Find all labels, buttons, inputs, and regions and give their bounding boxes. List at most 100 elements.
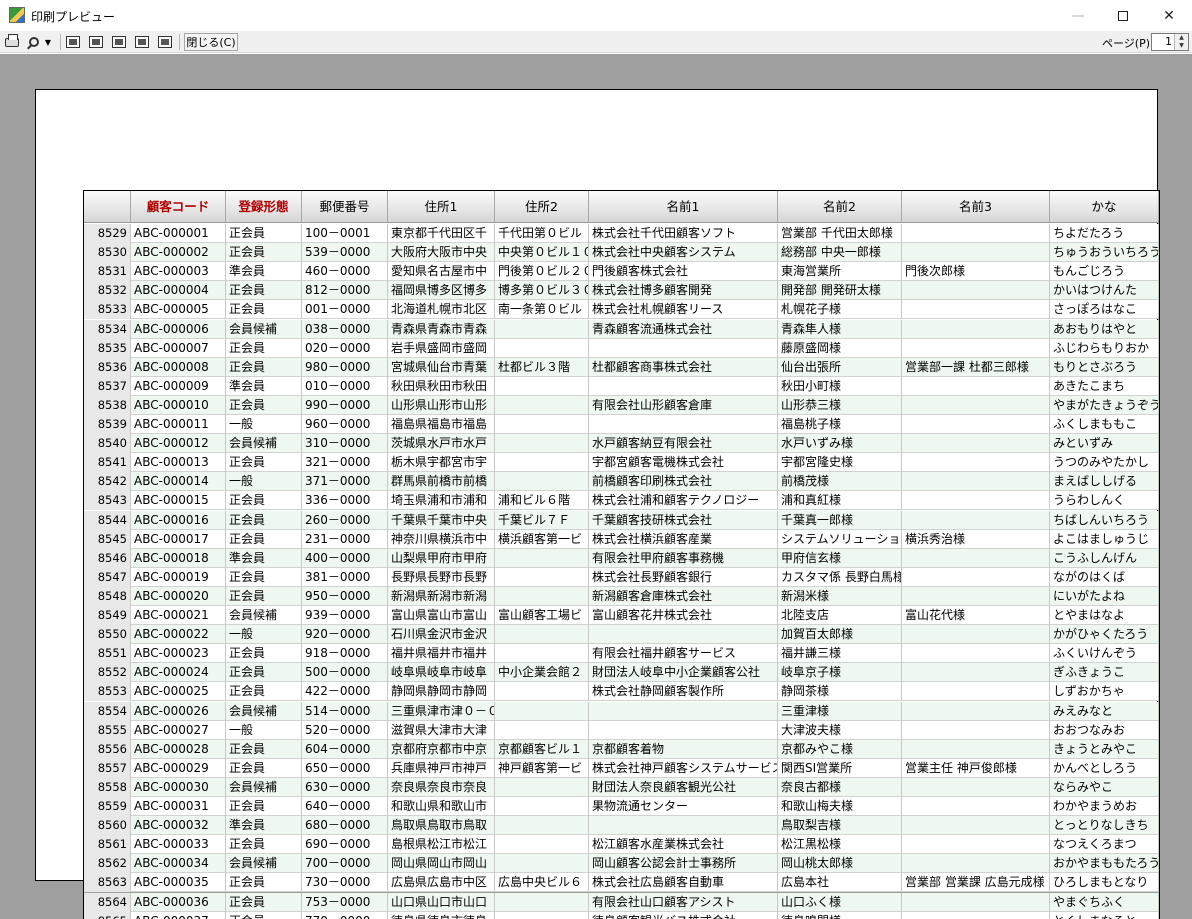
zoom-dropdown-arrow-icon[interactable]: ▼: [44, 34, 52, 50]
cell-name2: システムソリューション部: [778, 529, 902, 549]
zoom-icon[interactable]: [26, 34, 42, 50]
cell-kana: もりとさぶろう: [1050, 357, 1159, 377]
cell-name2: 浦和真紅様: [778, 491, 902, 511]
table-row[interactable]: 8557 ABC-000029 正会員 650－0000 兵庫県神戸市神戸 神戸顧客第一ビ…: [84, 758, 1159, 778]
table-row[interactable]: 8564 ABC-000036 正会員 753－0000 山口県山口市山口 有限会社山口顧…: [84, 892, 1159, 912]
close-window-button[interactable]: ✕: [1146, 0, 1192, 31]
one-page-icon[interactable]: [65, 34, 81, 50]
table-row[interactable]: 8545 ABC-000017 正会員 231－0000 神奈川県横浜市中 横浜顧客第一ビ…: [84, 529, 1159, 549]
cell-address2: 門後第０ビル２０: [495, 262, 589, 282]
cell-name1: 松江顧客水産業株式会社: [589, 835, 778, 855]
table-row[interactable]: 8531 ABC-000003 準会員 460－0000 愛知県名古屋市中 門後第０ビル２…: [84, 262, 1159, 282]
cell-name1: 千葉顧客技研株式会社: [589, 510, 778, 530]
cell-registration-type: 正会員: [226, 529, 302, 549]
table-row[interactable]: 8547 ABC-000019 正会員 381－0000 長野県長野市長野 株式会社長野顧…: [84, 567, 1159, 587]
cell-name1: 宇都宮顧客電機株式会社: [589, 453, 778, 473]
cell-address1: 茨城県水戸市水戸: [388, 434, 495, 454]
cell-name3: [902, 739, 1050, 759]
cell-postal-code: 336－0000: [302, 491, 388, 511]
table-row[interactable]: 8555 ABC-000027 一般 520－0000 滋賀県大津市大津 大津波夫様 おおつ…: [84, 720, 1159, 740]
table-row[interactable]: 8546 ABC-000018 準会員 400－0000 山梨県甲府市甲府 有限会社甲府顧…: [84, 548, 1159, 568]
table-row[interactable]: 8542 ABC-000014 一般 371－0000 群馬県前橋市前橋 前橋顧客印刷株式…: [84, 472, 1159, 492]
table-row[interactable]: 8530 ABC-000002 正会員 539－0000 大阪府大阪市中央 中央第０ビル１…: [84, 243, 1159, 263]
cell-address1: 東京都千代田区千: [388, 224, 495, 243]
cell-kana: とやまはなよ: [1050, 606, 1159, 625]
cell-name3: [902, 281, 1050, 301]
table-row[interactable]: 8563 ABC-000035 正会員 730－0000 広島県広島市中区 広島中央ビル６…: [84, 873, 1159, 893]
table-row[interactable]: 8544 ABC-000016 正会員 260－0000 千葉県千葉市中央 千葉ビル７Ｆ 千…: [84, 510, 1159, 530]
cell-row-number: 8532: [84, 281, 131, 301]
cell-row-number: 8535: [84, 338, 131, 358]
table-row[interactable]: 8565ABC-000037正会員770－0000徳島県徳島市徳島 徳島顧客観光バ…: [84, 911, 1159, 919]
table-row[interactable]: 8549 ABC-000021 会員候補 939－0000 富山県富山市富山 富山顧客工場…: [84, 606, 1159, 625]
table-row[interactable]: 8537 ABC-000009 準会員 010－0000 秋田県秋田市秋田 秋田小町様 あき…: [84, 376, 1159, 396]
minimize-button[interactable]: —: [1055, 0, 1101, 31]
table-row[interactable]: 8552 ABC-000024 正会員 500－0000 岐阜県岐阜市岐阜 中小企業会館２…: [84, 663, 1159, 683]
table-row[interactable]: 8550 ABC-000022 一般 920－0000 石川県金沢市金沢 加賀百太郎様 かが…: [84, 625, 1159, 645]
table-row[interactable]: 8553 ABC-000025 正会員 422－0000 静岡県静岡市静岡 株式会社静岡顧…: [84, 682, 1159, 702]
four-page-icon[interactable]: [134, 34, 150, 50]
table-row[interactable]: 8533 ABC-000005 正会員 001－0000 北海道札幌市北区 南一条第０ビル…: [84, 300, 1159, 320]
table-row[interactable]: 8539 ABC-000011 一般 960－0000 福島県福島市福島 福島桃子様 ふくし…: [84, 415, 1159, 434]
cell-address2: 浦和ビル６階: [495, 491, 589, 511]
cell-kana: もんごじろう: [1050, 262, 1159, 282]
cell-kana: おおつなみお: [1050, 720, 1159, 740]
table-row[interactable]: 8556 ABC-000028 正会員 604－0000 京都府京都市中京 京都顧客ビル１…: [84, 739, 1159, 759]
three-page-icon[interactable]: [111, 34, 127, 50]
cell-customer-code: ABC-000010: [131, 395, 226, 415]
table-row[interactable]: 8561 ABC-000033 正会員 690－0000 島根県松江市松江 松江顧客水産業…: [84, 835, 1159, 855]
page-number-spinner[interactable]: 1 ▲ ▼: [1151, 33, 1189, 51]
app-icon: [9, 7, 25, 23]
table-row[interactable]: 8560 ABC-000032 準会員 680－0000 鳥取県鳥取市鳥取 鳥取梨吉様 とっ…: [84, 816, 1159, 836]
cell-row-number: 8531: [84, 262, 131, 282]
close-preview-button[interactable]: 閉じる(C): [184, 33, 238, 51]
cell-registration-type: 一般: [226, 472, 302, 492]
table-row[interactable]: 8535 ABC-000007 正会員 020－0000 岩手県盛岡市盛岡 藤原盛岡様 ふじ…: [84, 338, 1159, 358]
cell-name1: 株式会社浦和顧客テクノロジー: [589, 491, 778, 511]
cell-customer-code: ABC-000022: [131, 625, 226, 645]
cell-name3: [902, 644, 1050, 664]
cell-name2: 鳥取梨吉様: [778, 816, 902, 836]
cell-row-number: 8544: [84, 510, 131, 530]
six-page-icon[interactable]: [157, 34, 173, 50]
cell-row-number: 8555: [84, 720, 131, 740]
table-row[interactable]: 8554 ABC-000026 会員候補 514－0000 三重県津市津０－０ 三重津様 み…: [84, 701, 1159, 721]
cell-row-number: 8537: [84, 376, 131, 396]
cell-name1: 京都顧客着物: [589, 739, 778, 759]
table-row[interactable]: 8532 ABC-000004 正会員 812－0000 福岡県博多区博多 博多第０ビル３…: [84, 281, 1159, 301]
cell-kana: みといずみ: [1050, 434, 1159, 454]
cell-registration-type: 正会員: [226, 644, 302, 664]
cell-postal-code: 260－0000: [302, 510, 388, 530]
table-row[interactable]: 8559 ABC-000031 正会員 640－0000 和歌山県和歌山市 果物流通センタ…: [84, 797, 1159, 816]
cell-name2: 開発部 開発研太様: [778, 281, 902, 301]
preview-area[interactable]: 顧客コード 登録形態 郵便番号 住所1 住所2 名前1 名前2 名前3 かな 8529 ABC-0…: [0, 54, 1192, 919]
printer-icon[interactable]: [4, 33, 20, 50]
table-row[interactable]: 8536 ABC-000008 正会員 980－0000 宮城県仙台市青葉 杜都ビル３階杜…: [84, 357, 1159, 377]
page-number-value[interactable]: 1: [1165, 35, 1172, 48]
table-row[interactable]: 8562 ABC-000034 会員候補 700－0000 岡山県岡山市岡山 岡山顧客公認…: [84, 854, 1159, 874]
table-row[interactable]: 8540 ABC-000012 会員候補 310－0000 茨城県水戸市水戸 水戸顧客納豆…: [84, 434, 1159, 454]
cell-kana: わかやまうめお: [1050, 797, 1159, 816]
cell-name3: 横浜秀治様: [902, 529, 1050, 549]
cell-postal-code: 812－0000: [302, 281, 388, 301]
table-row[interactable]: 8541 ABC-000013 正会員 321－0000 栃木県宇都宮市宇 宇都宮顧客電機…: [84, 453, 1159, 473]
cell-name2: 北陸支店: [778, 606, 902, 625]
table-row[interactable]: 8551 ABC-000023 正会員 918－0000 福井県福井市福井 有限会社福井顧…: [84, 644, 1159, 664]
maximize-button[interactable]: [1100, 0, 1146, 31]
two-page-icon[interactable]: [88, 34, 104, 50]
cell-kana: おかやまももたろう: [1050, 854, 1159, 874]
table-row[interactable]: 8548 ABC-000020 正会員 950－0000 新潟県新潟市新潟 新潟顧客倉庫株…: [84, 586, 1159, 606]
cell-address2: [495, 472, 589, 492]
table-row[interactable]: 8529 ABC-000001 正会員 100－0001 東京都千代田区千 千代田第０ビル…: [84, 224, 1159, 243]
cell-name3: [902, 835, 1050, 855]
cell-address1: 青森県青森市青森: [388, 319, 495, 339]
table-row[interactable]: 8558 ABC-000030 会員候補 630－0000 奈良県奈良市奈良 財団法人奈良…: [84, 777, 1159, 797]
cell-address1: 滋賀県大津市大津: [388, 720, 495, 740]
table-row[interactable]: 8534 ABC-000006 会員候補 038－0000 青森県青森市青森 青森顧客流通…: [84, 319, 1159, 339]
cell-name1: [589, 625, 778, 645]
table-row[interactable]: 8538 ABC-000010 正会員 990－0000 山形県山形市山形 有限会社山形顧…: [84, 395, 1159, 415]
table-row[interactable]: 8543 ABC-000015 正会員 336－0000 埼玉県浦和市浦和 浦和ビル６階株…: [84, 491, 1159, 511]
cell-address1: 鳥取県鳥取市鳥取: [388, 816, 495, 836]
cell-customer-code: ABC-000023: [131, 644, 226, 664]
spinner-arrows-icon[interactable]: ▲ ▼: [1174, 34, 1188, 50]
